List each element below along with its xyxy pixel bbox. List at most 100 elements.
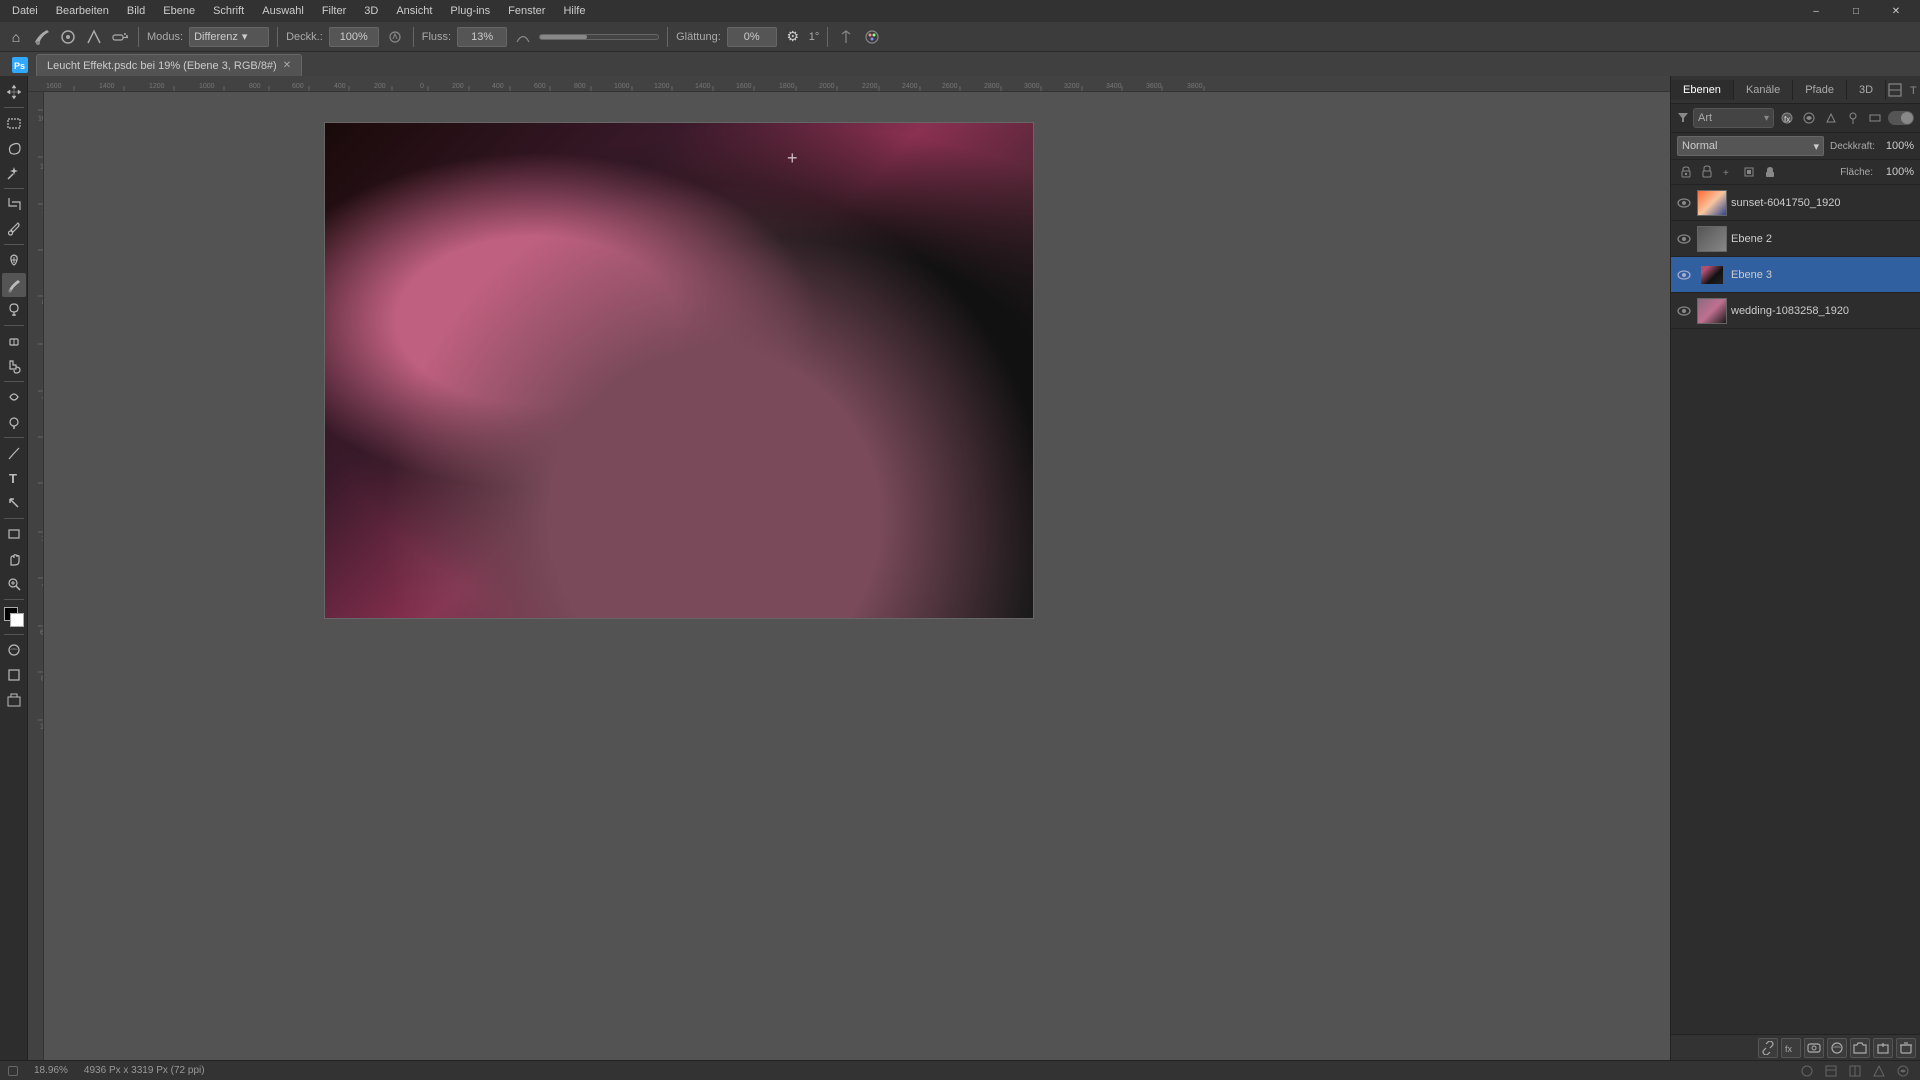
layer-item-ebene3[interactable]: Ebene 3 [1671,257,1920,293]
menu-3d[interactable]: 3D [356,3,386,19]
clone-stamp-tool[interactable] [2,298,26,322]
brush-icon[interactable] [32,27,52,47]
brush-options-icon[interactable] [58,27,78,47]
crop-tool[interactable] [2,192,26,216]
add-style-btn[interactable]: fx [1781,1038,1801,1058]
layer-visibility-wedding[interactable] [1675,302,1693,320]
path-select-tool[interactable] [2,491,26,515]
fluss-curve-icon[interactable] [513,27,533,47]
quick-mask-tool[interactable] [2,638,26,662]
lock-image-btn[interactable] [1698,163,1716,181]
delete-layer-btn[interactable] [1896,1038,1916,1058]
close-button[interactable]: ✕ [1876,0,1916,22]
layer-visibility-ebene2[interactable] [1675,230,1693,248]
layer-filter-btn-2[interactable] [1800,109,1818,127]
menu-hilfe[interactable]: Hilfe [555,3,593,19]
opacity-value[interactable]: 100% [1879,140,1914,152]
hand-tool[interactable] [2,547,26,571]
brush-tool[interactable] [2,273,26,297]
layer-icon-2[interactable]: T [1907,81,1920,99]
tab-kanaele[interactable]: Kanäle [1734,80,1793,100]
layer-filter-btn-4[interactable] [1844,109,1862,127]
new-group-btn[interactable] [1850,1038,1870,1058]
fluss-input[interactable]: 13% [457,27,507,47]
canvas-viewport[interactable] [44,92,1670,1060]
color-swatches[interactable] [4,607,24,627]
pressure-slider[interactable] [539,34,659,40]
status-icon-5[interactable] [1894,1062,1912,1080]
layer-filter-btn-1[interactable]: fx [1778,109,1796,127]
svg-text:3200: 3200 [1064,83,1080,90]
document-tab[interactable]: Leucht Effekt.psdc bei 19% (Ebene 3, RGB… [36,54,302,76]
menu-bearbeiten[interactable]: Bearbeiten [48,3,117,19]
status-icon-4[interactable] [1870,1062,1888,1080]
add-adjustment-btn[interactable] [1827,1038,1847,1058]
add-mask-btn[interactable] [1804,1038,1824,1058]
artboard-tool[interactable] [2,688,26,712]
symmetry-icon[interactable] [836,27,856,47]
tab-pfade[interactable]: Pfade [1793,80,1847,100]
menu-filter[interactable]: Filter [314,3,354,19]
lasso-tool[interactable] [2,136,26,160]
status-icon-2[interactable] [1822,1062,1840,1080]
healing-tool[interactable] [2,248,26,272]
fill-value[interactable]: 100% [1879,166,1914,178]
fill-tool[interactable] [2,354,26,378]
layer-filter-btn-3[interactable] [1822,109,1840,127]
screen-mode-tool[interactable] [2,663,26,687]
modus-dropdown[interactable]: Differenz ▾ [189,27,269,47]
menu-ebene[interactable]: Ebene [155,3,203,19]
pressure-icon[interactable] [84,27,104,47]
pen-tool[interactable] [2,441,26,465]
maximize-button[interactable]: □ [1836,0,1876,22]
lock-all-btn[interactable] [1761,163,1779,181]
status-right-icons [1798,1062,1912,1080]
deckk-pressure-icon[interactable] [385,27,405,47]
dodge-tool[interactable] [2,410,26,434]
document-tab-close[interactable]: ✕ [283,60,291,71]
zoom-tool[interactable] [2,572,26,596]
eraser-tool[interactable] [2,329,26,353]
text-tool[interactable]: T [2,466,26,490]
menu-schrift[interactable]: Schrift [205,3,252,19]
glattung-settings-icon[interactable]: ⚙ [783,27,803,47]
layer-item-ebene2[interactable]: Ebene 2 [1671,221,1920,257]
deckk-input[interactable]: 100% [329,27,379,47]
blend-mode-dropdown[interactable]: Normal ▾ [1677,136,1824,156]
layer-filter-btn-5[interactable] [1866,109,1884,127]
tab-3d[interactable]: 3D [1847,80,1886,100]
filter-toggle[interactable] [1888,111,1914,125]
minimize-button[interactable]: – [1796,0,1836,22]
layer-item-sunset[interactable]: sunset-6041750_1920 [1671,185,1920,221]
layer-item-wedding[interactable]: wedding-1083258_1920 [1671,293,1920,329]
magic-wand-tool[interactable] [2,161,26,185]
layer-visibility-ebene3[interactable] [1675,266,1693,284]
eyedropper-tool[interactable] [2,217,26,241]
airbrush-icon[interactable] [110,27,130,47]
home-icon[interactable]: ⌂ [6,27,26,47]
marquee-tool[interactable] [2,111,26,135]
lock-position-btn[interactable]: + [1719,163,1737,181]
layer-search-box[interactable]: Art ▾ [1693,108,1774,128]
menu-datei[interactable]: Datei [4,3,46,19]
shape-tool[interactable] [2,522,26,546]
lock-artboard-btn[interactable] [1740,163,1758,181]
menu-plugins[interactable]: Plug-ins [442,3,498,19]
new-layer-btn[interactable] [1873,1038,1893,1058]
menu-fenster[interactable]: Fenster [500,3,553,19]
menu-ansicht[interactable]: Ansicht [388,3,440,19]
glattung-input[interactable]: 0% [727,27,777,47]
layer-icon-1[interactable] [1886,81,1904,99]
tab-ebenen[interactable]: Ebenen [1671,80,1734,100]
link-layers-btn[interactable] [1758,1038,1778,1058]
background-color[interactable] [10,613,24,627]
blur-tool[interactable] [2,385,26,409]
menu-auswahl[interactable]: Auswahl [254,3,312,19]
layer-visibility-sunset[interactable] [1675,194,1693,212]
palette-icon[interactable] [862,27,882,47]
move-tool[interactable] [2,80,26,104]
menu-bild[interactable]: Bild [119,3,153,19]
status-icon-1[interactable] [1798,1062,1816,1080]
status-icon-3[interactable] [1846,1062,1864,1080]
lock-transparent-btn[interactable] [1677,163,1695,181]
